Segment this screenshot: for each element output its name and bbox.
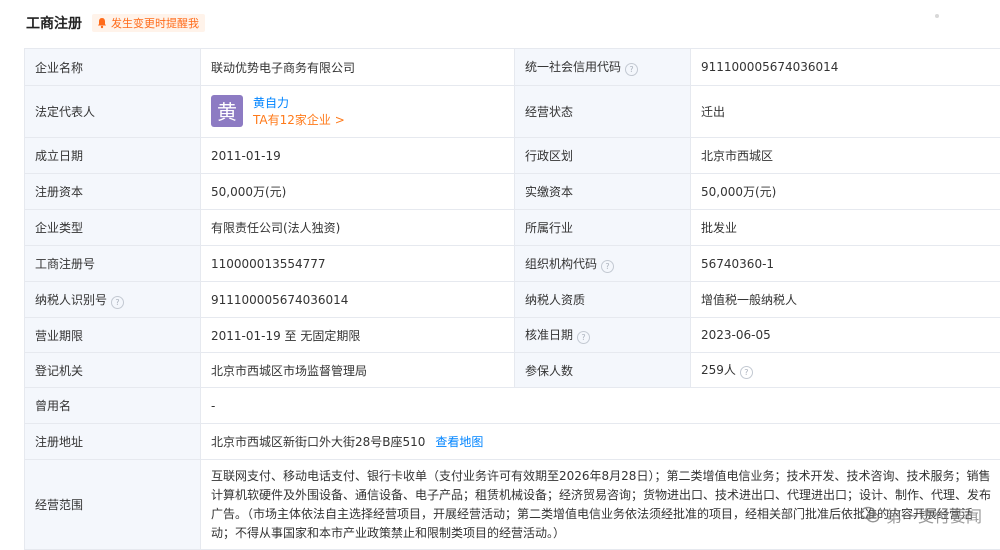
- value-district: 北京市西城区: [691, 138, 1000, 174]
- label-org-code: 组织机构代码?: [515, 246, 691, 282]
- help-icon[interactable]: ?: [740, 366, 753, 379]
- label-insured: 参保人数: [515, 353, 691, 388]
- label-term: 营业期限: [25, 318, 201, 353]
- table-row: 工商注册号 110000013554777 组织机构代码? 56740360-1: [25, 246, 1000, 282]
- value-insured-text: 259人: [701, 363, 736, 377]
- watermark-text: 第一支付要闻: [886, 503, 982, 527]
- value-reg-capital: 50,000万(元): [201, 174, 515, 210]
- help-icon[interactable]: ?: [111, 296, 124, 309]
- table-row: 曾用名 -: [25, 388, 1000, 424]
- table-row: 登记机关 北京市西城区市场监督管理局 参保人数 259人?: [25, 353, 1000, 388]
- value-authority: 北京市西城区市场监督管理局: [201, 353, 515, 388]
- label-approval-date-text: 核准日期: [525, 328, 573, 342]
- table-row: 纳税人识别号? 911100005674036014 纳税人资质 增值税一般纳税…: [25, 282, 1000, 318]
- value-reg-number: 110000013554777: [201, 246, 515, 282]
- wechat-icon: [860, 505, 880, 525]
- watermark: 第一支付要闻: [860, 503, 982, 527]
- value-org-code: 56740360-1: [691, 246, 1000, 282]
- avatar: 黄: [211, 95, 243, 127]
- legal-rep-companies-link[interactable]: TA有12家企业 >: [211, 112, 504, 129]
- value-taxpayer-id: 911100005674036014: [201, 282, 515, 318]
- label-legal-rep: 法定代表人: [25, 86, 201, 138]
- address-text: 北京市西城区新街口外大街28号B座510: [211, 435, 425, 449]
- label-founded: 成立日期: [25, 138, 201, 174]
- label-former-name: 曾用名: [25, 388, 201, 424]
- label-scope: 经营范围: [25, 460, 201, 550]
- label-credit-code-text: 统一社会信用代码: [525, 60, 621, 74]
- help-icon[interactable]: ?: [625, 63, 638, 76]
- table-row: 注册地址 北京市西城区新街口外大街28号B座510 查看地图: [25, 424, 1000, 460]
- change-alert-label: 发生变更时提醒我: [111, 15, 199, 31]
- table-row: 成立日期 2011-01-19 行政区划 北京市西城区: [25, 138, 1000, 174]
- section-title: 工商注册: [26, 13, 82, 33]
- label-taxpayer-id-text: 纳税人识别号: [35, 293, 107, 307]
- value-approval-date: 2023-06-05: [691, 318, 1000, 353]
- label-taxpayer-id: 纳税人识别号?: [25, 282, 201, 318]
- view-map-link[interactable]: 查看地图: [435, 435, 483, 449]
- label-company-name: 企业名称: [25, 49, 201, 86]
- label-reg-number: 工商注册号: [25, 246, 201, 282]
- label-company-type: 企业类型: [25, 210, 201, 246]
- value-industry: 批发业: [691, 210, 1000, 246]
- label-district: 行政区划: [515, 138, 691, 174]
- label-authority: 登记机关: [25, 353, 201, 388]
- table-row: 企业名称 联动优势电子商务有限公司 统一社会信用代码? 911100005674…: [25, 49, 1000, 86]
- label-paid-capital: 实缴资本: [515, 174, 691, 210]
- value-credit-code: 911100005674036014: [691, 49, 1000, 86]
- value-founded: 2011-01-19: [201, 138, 515, 174]
- value-address: 北京市西城区新街口外大街28号B座510 查看地图: [201, 424, 1000, 460]
- section-header: 工商注册 发生变更时提醒我: [0, 0, 1000, 46]
- value-company-name: 联动优势电子商务有限公司: [201, 49, 515, 86]
- bell-icon: [96, 17, 108, 29]
- label-taxpayer-qual: 纳税人资质: [515, 282, 691, 318]
- label-org-code-text: 组织机构代码: [525, 257, 597, 271]
- label-address: 注册地址: [25, 424, 201, 460]
- decor-dot: [935, 14, 939, 18]
- value-insured: 259人?: [691, 353, 1000, 388]
- table-row: 营业期限 2011-01-19 至 无固定期限 核准日期? 2023-06-05: [25, 318, 1000, 353]
- value-paid-capital: 50,000万(元): [691, 174, 1000, 210]
- value-status: 迁出: [691, 86, 1000, 138]
- label-approval-date: 核准日期?: [515, 318, 691, 353]
- legal-rep-name-link[interactable]: 黄自力: [211, 95, 504, 112]
- help-icon[interactable]: ?: [577, 331, 590, 344]
- label-credit-code: 统一社会信用代码?: [515, 49, 691, 86]
- value-former-name: -: [201, 388, 1000, 424]
- table-row: 经营范围 互联网支付、移动电话支付、银行卡收单（支付业务许可有效期至2026年8…: [25, 460, 1000, 550]
- table-row: 注册资本 50,000万(元) 实缴资本 50,000万(元): [25, 174, 1000, 210]
- value-term: 2011-01-19 至 无固定期限: [201, 318, 515, 353]
- registration-table: 企业名称 联动优势电子商务有限公司 统一社会信用代码? 911100005674…: [24, 48, 1000, 550]
- label-industry: 所属行业: [515, 210, 691, 246]
- label-status: 经营状态: [515, 86, 691, 138]
- value-taxpayer-qual: 增值税一般纳税人: [691, 282, 1000, 318]
- help-icon[interactable]: ?: [601, 260, 614, 273]
- label-reg-capital: 注册资本: [25, 174, 201, 210]
- table-row: 企业类型 有限责任公司(法人独资) 所属行业 批发业: [25, 210, 1000, 246]
- table-row: 法定代表人 黄 黄自力 TA有12家企业 > 经营状态 迁出: [25, 86, 1000, 138]
- value-legal-rep: 黄 黄自力 TA有12家企业 >: [201, 86, 515, 138]
- value-company-type: 有限责任公司(法人独资): [201, 210, 515, 246]
- change-alert-button[interactable]: 发生变更时提醒我: [92, 14, 205, 32]
